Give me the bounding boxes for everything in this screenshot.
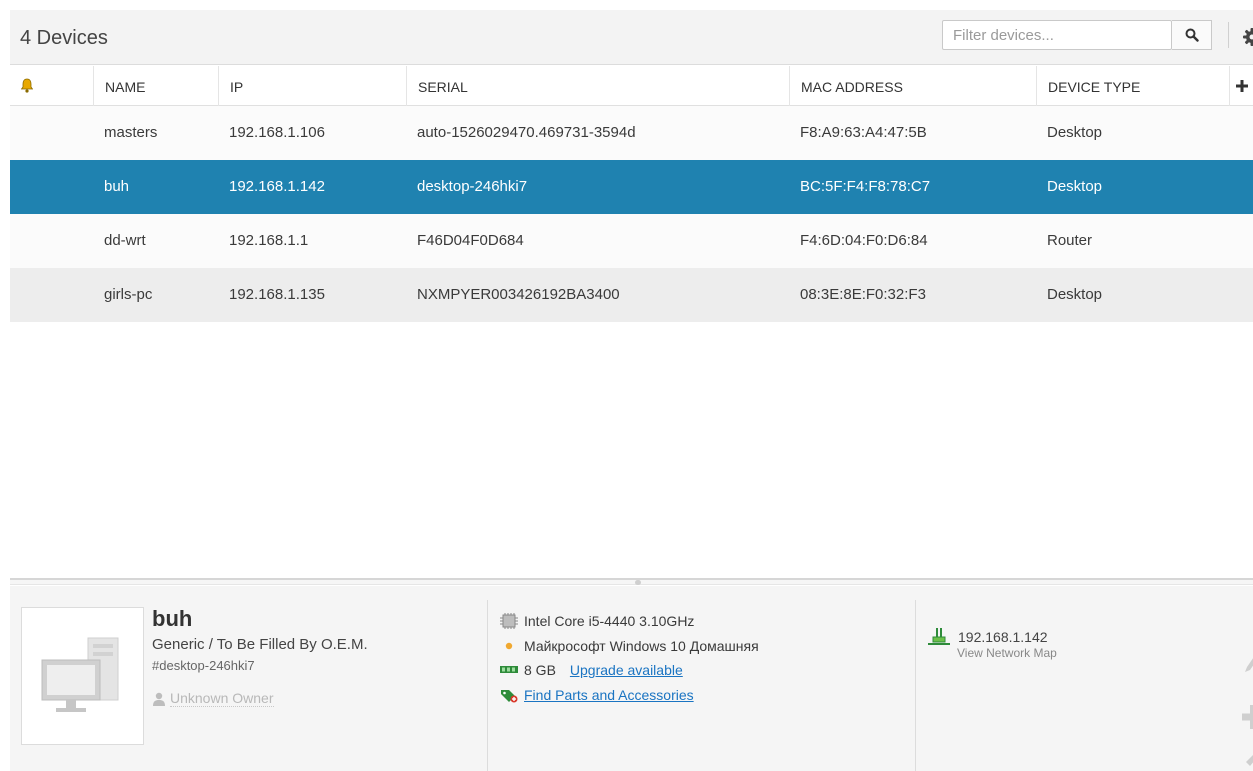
filter-devices-input[interactable] [943, 21, 1171, 49]
add-icon[interactable] [1242, 703, 1253, 731]
cell-ip: 192.168.1.1 [229, 232, 309, 249]
upgrade-available-link[interactable]: Upgrade available [570, 662, 683, 678]
panel-splitter[interactable] [10, 578, 1253, 585]
user-icon [153, 692, 165, 706]
owner-field[interactable]: Unknown Owner [152, 690, 274, 707]
parts-icon [501, 690, 518, 703]
cell-mac: F8:A9:63:A4:47:5B [800, 124, 927, 141]
tools-icon[interactable] [1242, 742, 1253, 771]
ram-label: 8 GB [524, 662, 556, 678]
device-count-title: 4 Devices [20, 27, 108, 49]
add-column-button[interactable] [1229, 66, 1253, 106]
alerts-column-header[interactable] [10, 66, 93, 106]
table-row[interactable]: girls-pc 192.168.1.135 NXMPYER003426192B… [10, 268, 1253, 322]
cell-serial: F46D04F0D684 [417, 232, 524, 249]
details-divider [915, 600, 916, 771]
column-header-serial[interactable]: SERIAL [406, 66, 789, 106]
find-parts-link[interactable]: Find Parts and Accessories [524, 687, 694, 703]
network-icon [928, 628, 950, 645]
edit-icon[interactable] [1242, 646, 1253, 674]
bell-icon [20, 78, 34, 93]
cell-name: dd-wrt [104, 232, 146, 249]
os-spec: Майкрософт Windows 10 Домашняя [500, 638, 759, 654]
network-info: 192.168.1.142 [928, 628, 1048, 646]
cell-mac: F4:6D:04:F0:D6:84 [800, 232, 928, 249]
details-divider [487, 600, 488, 771]
device-model: Generic / To Be Filled By O.E.M. [152, 636, 368, 653]
cell-mac: BC:5F:F4:F8:78:C7 [800, 178, 931, 195]
device-image [21, 607, 144, 745]
cell-device-type: Desktop [1047, 286, 1103, 303]
cell-name: masters [104, 124, 158, 141]
cell-device-type: Desktop [1047, 124, 1103, 141]
search-icon [1185, 28, 1199, 42]
device-details-panel: buh Generic / To Be Filled By O.E.M. #de… [10, 586, 1253, 771]
toolbar-divider [1228, 22, 1229, 48]
cell-serial: NXMPYER003426192BA3400 [417, 286, 620, 303]
cell-ip: 192.168.1.142 [229, 178, 325, 195]
cell-ip: 192.168.1.106 [229, 124, 325, 141]
os-label: Майкрософт Windows 10 Домашняя [524, 638, 759, 654]
network-ip: 192.168.1.142 [958, 629, 1048, 645]
settings-button[interactable] [1242, 27, 1253, 47]
column-header-name[interactable]: NAME [93, 66, 218, 106]
owner-label[interactable]: Unknown Owner [170, 690, 274, 707]
cpu-icon [500, 613, 518, 629]
desktop-icon [41, 637, 119, 712]
cpu-label: Intel Core i5-4440 3.10GHz [524, 613, 695, 629]
splitter-grip[interactable] [635, 580, 641, 585]
search-button[interactable] [1172, 20, 1212, 50]
cell-serial: desktop-246hki7 [417, 178, 528, 195]
parts-spec: Find Parts and Accessories [500, 687, 694, 703]
cell-name: buh [104, 178, 130, 195]
cell-name: girls-pc [104, 286, 153, 303]
cell-ip: 192.168.1.135 [229, 286, 325, 303]
cell-mac: 08:3E:8E:F0:32:F3 [800, 286, 926, 303]
column-header-device-type[interactable]: DEVICE TYPE [1036, 66, 1229, 106]
os-status-icon [505, 642, 513, 650]
ram-spec: 8 GB Upgrade available [500, 662, 683, 678]
devices-header: 4 Devices [10, 10, 1253, 65]
table-header: NAME IP SERIAL MAC ADDRESS DEVICE TYPE [10, 66, 1253, 106]
device-name: buh [152, 606, 193, 631]
cell-serial: auto-1526029470.469731-3594d [417, 124, 636, 141]
add-column-icon [1236, 80, 1248, 92]
table-row[interactable]: dd-wrt 192.168.1.1 F46D04F0D684 F4:6D:04… [10, 214, 1253, 268]
cell-device-type: Desktop [1047, 178, 1103, 195]
view-network-map-link[interactable]: View Network Map [957, 646, 1057, 660]
cell-device-type: Router [1047, 232, 1093, 249]
column-header-mac[interactable]: MAC ADDRESS [789, 66, 1036, 106]
filter-box[interactable] [942, 20, 1172, 50]
device-hostname: #desktop-246hki7 [152, 658, 255, 673]
cpu-spec: Intel Core i5-4440 3.10GHz [500, 613, 694, 629]
ram-icon [500, 666, 518, 673]
column-header-ip[interactable]: IP [218, 66, 406, 106]
gear-icon [1243, 28, 1253, 46]
table-row[interactable]: masters 192.168.1.106 auto-1526029470.46… [10, 106, 1253, 160]
table-row-selected[interactable]: buh 192.168.1.142 desktop-246hki7 BC:5F:… [10, 160, 1253, 214]
